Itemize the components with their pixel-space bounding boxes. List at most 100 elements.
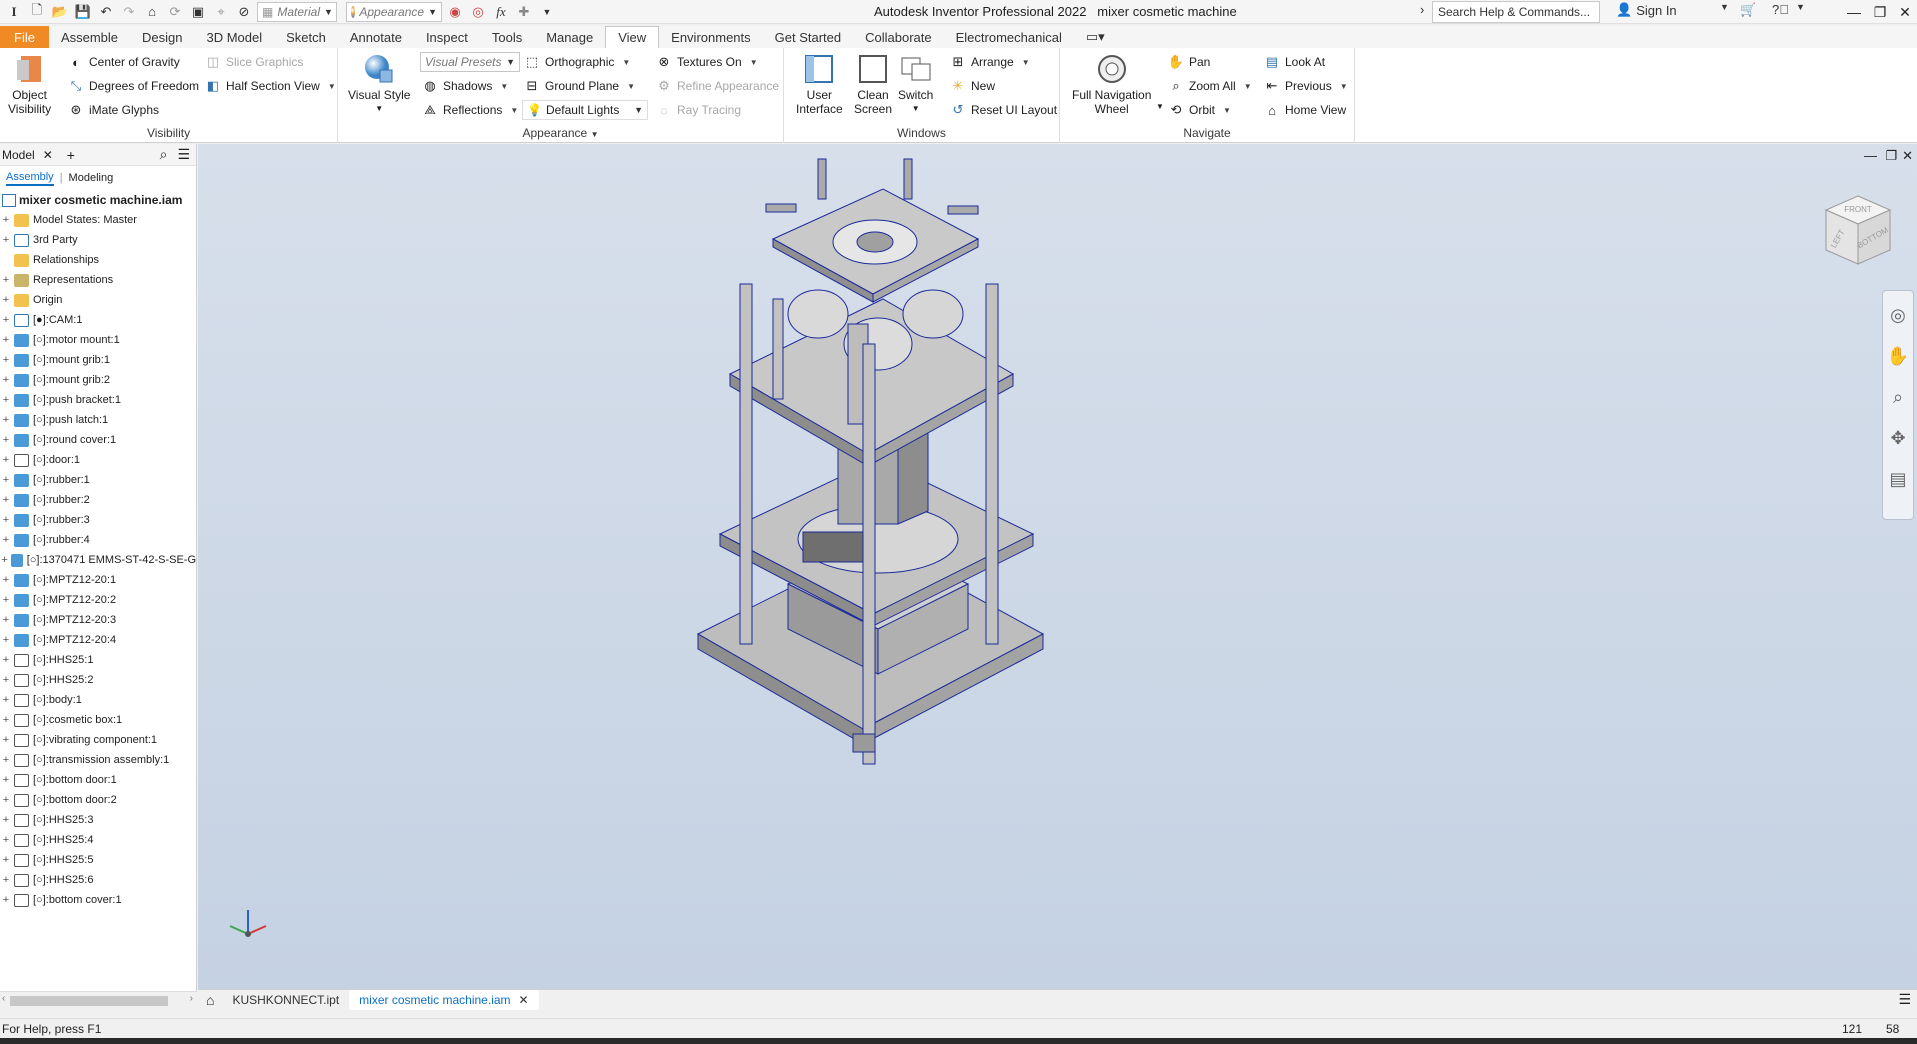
tab-electromechanical[interactable]: Electromechanical: [944, 26, 1074, 48]
new-file-icon[interactable]: 🗋: [27, 2, 47, 22]
tree-item[interactable]: + [○]:bottom door:2: [0, 790, 196, 810]
expand-icon[interactable]: +: [0, 614, 12, 626]
sign-in-button[interactable]: 👤 Sign In: [1616, 2, 1677, 18]
tab-inspect[interactable]: Inspect: [414, 26, 480, 48]
tab-file[interactable]: File: [0, 26, 49, 48]
tab-environments[interactable]: Environments: [659, 26, 762, 48]
tree-item[interactable]: + [○]:HHS25:6: [0, 870, 196, 890]
tab-get-started[interactable]: Get Started: [763, 26, 853, 48]
tree-item[interactable]: + Origin: [0, 290, 196, 310]
imate-glyphs-button[interactable]: ⊛ iMate Glyphs: [68, 100, 159, 120]
search-icon[interactable]: ⌕: [160, 146, 168, 163]
menu-icon[interactable]: ☰: [177, 146, 190, 163]
scroll-right-icon[interactable]: ›: [190, 993, 193, 1004]
home-icon[interactable]: ⌂: [142, 2, 162, 22]
tree-item[interactable]: + [○]:MPTZ12-20:3: [0, 610, 196, 630]
orbit-icon[interactable]: ✥: [1890, 428, 1905, 449]
tree-item[interactable]: + [○]:door:1: [0, 450, 196, 470]
add-tab-icon[interactable]: +: [67, 147, 75, 163]
expand-icon[interactable]: +: [0, 774, 12, 786]
appearance-dropdown[interactable]: Appearance ▼: [346, 1, 442, 22]
tree-item[interactable]: + [○]:cosmetic box:1: [0, 710, 196, 730]
new-window-button[interactable]: ✳ New: [950, 76, 995, 96]
expand-icon[interactable]: +: [0, 274, 12, 286]
previous-view-button[interactable]: ⇤ Previous ▼: [1264, 76, 1348, 96]
expand-icon[interactable]: +: [0, 714, 12, 726]
no-symbol-icon[interactable]: ⊘: [234, 2, 254, 22]
chevron-down-icon[interactable]: ▼: [1156, 102, 1164, 111]
expand-icon[interactable]: +: [0, 434, 12, 446]
tree-item[interactable]: Relationships: [0, 250, 196, 270]
half-section-view-button[interactable]: ◧ Half Section View ▼: [205, 76, 336, 96]
customize-icon[interactable]: ▼: [537, 2, 557, 22]
expand-icon[interactable]: +: [0, 554, 9, 566]
open-file-icon[interactable]: 📂: [50, 2, 70, 22]
chevron-right-icon[interactable]: ›: [1420, 2, 1424, 17]
chevron-down-icon[interactable]: ▼: [1796, 2, 1805, 12]
orthographic-button[interactable]: ⬚ Orthographic ▼: [524, 52, 630, 72]
tree-item[interactable]: + [○]:rubber:1: [0, 470, 196, 490]
tree-item[interactable]: + [○]:MPTZ12-20:1: [0, 570, 196, 590]
tree-item[interactable]: + [○]:round cover:1: [0, 430, 196, 450]
expand-icon[interactable]: +: [0, 794, 12, 806]
help-icon[interactable]: ?⃝: [1772, 2, 1789, 17]
close-icon[interactable]: ✕: [1902, 148, 1913, 164]
close-icon[interactable]: ✕: [43, 148, 53, 162]
tab-assemble[interactable]: Assemble: [49, 26, 130, 48]
browser-scrollbar[interactable]: ‹ ›: [0, 991, 197, 1009]
expand-icon[interactable]: +: [0, 354, 12, 366]
tree-item[interactable]: + [○]:MPTZ12-20:4: [0, 630, 196, 650]
home-view-button[interactable]: ⌂ Home View: [1264, 100, 1346, 120]
cart-icon[interactable]: 🛒: [1740, 2, 1756, 18]
tree-item[interactable]: + [○]:bottom door:1: [0, 770, 196, 790]
tree-item[interactable]: + [○]:rubber:3: [0, 510, 196, 530]
pan-hand-icon[interactable]: ✋: [1887, 346, 1909, 367]
tree-item[interactable]: + [○]:rubber:2: [0, 490, 196, 510]
ground-plane-button[interactable]: ⊟ Ground Plane ▼: [524, 76, 635, 96]
visual-style-button[interactable]: Visual Style ▼: [348, 52, 410, 116]
full-navigation-wheel-button[interactable]: Full Navigation Wheel: [1072, 52, 1151, 116]
degrees-of-freedom-button[interactable]: ⤡ Degrees of Freedom: [68, 76, 199, 96]
look-at-icon[interactable]: ▤: [1889, 469, 1906, 490]
close-icon[interactable]: ✕: [1893, 2, 1917, 22]
expand-icon[interactable]: +: [0, 634, 12, 646]
tab-tools[interactable]: Tools: [480, 26, 534, 48]
expand-icon[interactable]: +: [0, 594, 12, 606]
expand-icon[interactable]: +: [0, 734, 12, 746]
expand-icon[interactable]: +: [0, 334, 12, 346]
fx-parameters-icon[interactable]: fx: [491, 2, 511, 22]
redo-icon[interactable]: ↷: [119, 2, 139, 22]
expand-icon[interactable]: +: [0, 454, 12, 466]
tree-item[interactable]: + [●]:CAM:1: [0, 310, 196, 330]
graphics-window[interactable]: — ❐ ✕ FRONT LEFT BOTTOM ◎ ✋ ⌕ ✥ ▤: [198, 144, 1917, 989]
expand-icon[interactable]: +: [0, 474, 12, 486]
tree-root[interactable]: mixer cosmetic machine.iam: [0, 190, 196, 210]
scrollbar-thumb[interactable]: [10, 996, 168, 1006]
save-icon[interactable]: 💾: [73, 2, 93, 22]
doc-tab-mixer-cosmetic-machine[interactable]: mixer cosmetic machine.iam ✕: [349, 989, 539, 1010]
cursor-icon[interactable]: ⌖: [211, 2, 231, 22]
tree-item[interactable]: + [○]:push bracket:1: [0, 390, 196, 410]
tree-item[interactable]: + Model States: Master: [0, 210, 196, 230]
expand-icon[interactable]: +: [0, 394, 12, 406]
tree-item[interactable]: + [○]:1370471 EMMS-ST-42-S-SE-G: [0, 550, 196, 570]
reflections-button[interactable]: ⟁ Reflections ▼: [422, 100, 518, 120]
tab-annotate[interactable]: Annotate: [338, 26, 414, 48]
expand-icon[interactable]: +: [0, 894, 12, 906]
tree-item[interactable]: + Representations: [0, 270, 196, 290]
expand-icon[interactable]: +: [0, 514, 12, 526]
expand-icon[interactable]: +: [0, 854, 12, 866]
zoom-icon[interactable]: ⌕: [1893, 387, 1903, 408]
visual-presets-dropdown[interactable]: Visual Presets ▼: [420, 52, 520, 72]
tree-item[interactable]: + [○]:motor mount:1: [0, 330, 196, 350]
arrange-button[interactable]: ⊞ Arrange ▼: [950, 52, 1030, 72]
restore-icon[interactable]: ❐: [1885, 148, 1897, 164]
textures-on-button[interactable]: ⊗ Textures On ▼: [656, 52, 758, 72]
reset-ui-layout-button[interactable]: ↺ Reset UI Layout: [950, 100, 1058, 120]
shadows-button[interactable]: ◍ Shadows ▼: [422, 76, 508, 96]
tree-item[interactable]: + [○]:HHS25:2: [0, 670, 196, 690]
expand-icon[interactable]: +: [0, 214, 12, 226]
home-icon[interactable]: ⌂: [198, 992, 222, 1008]
tree-item[interactable]: + [○]:push latch:1: [0, 410, 196, 430]
clear-appearance-icon[interactable]: ◎: [468, 2, 488, 22]
